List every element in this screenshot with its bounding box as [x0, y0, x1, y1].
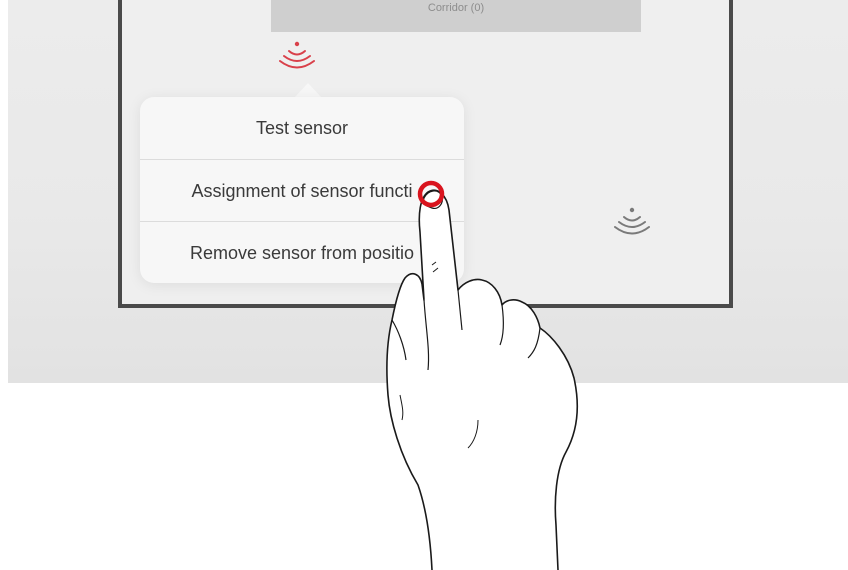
pointing-hand-icon	[386, 180, 579, 570]
